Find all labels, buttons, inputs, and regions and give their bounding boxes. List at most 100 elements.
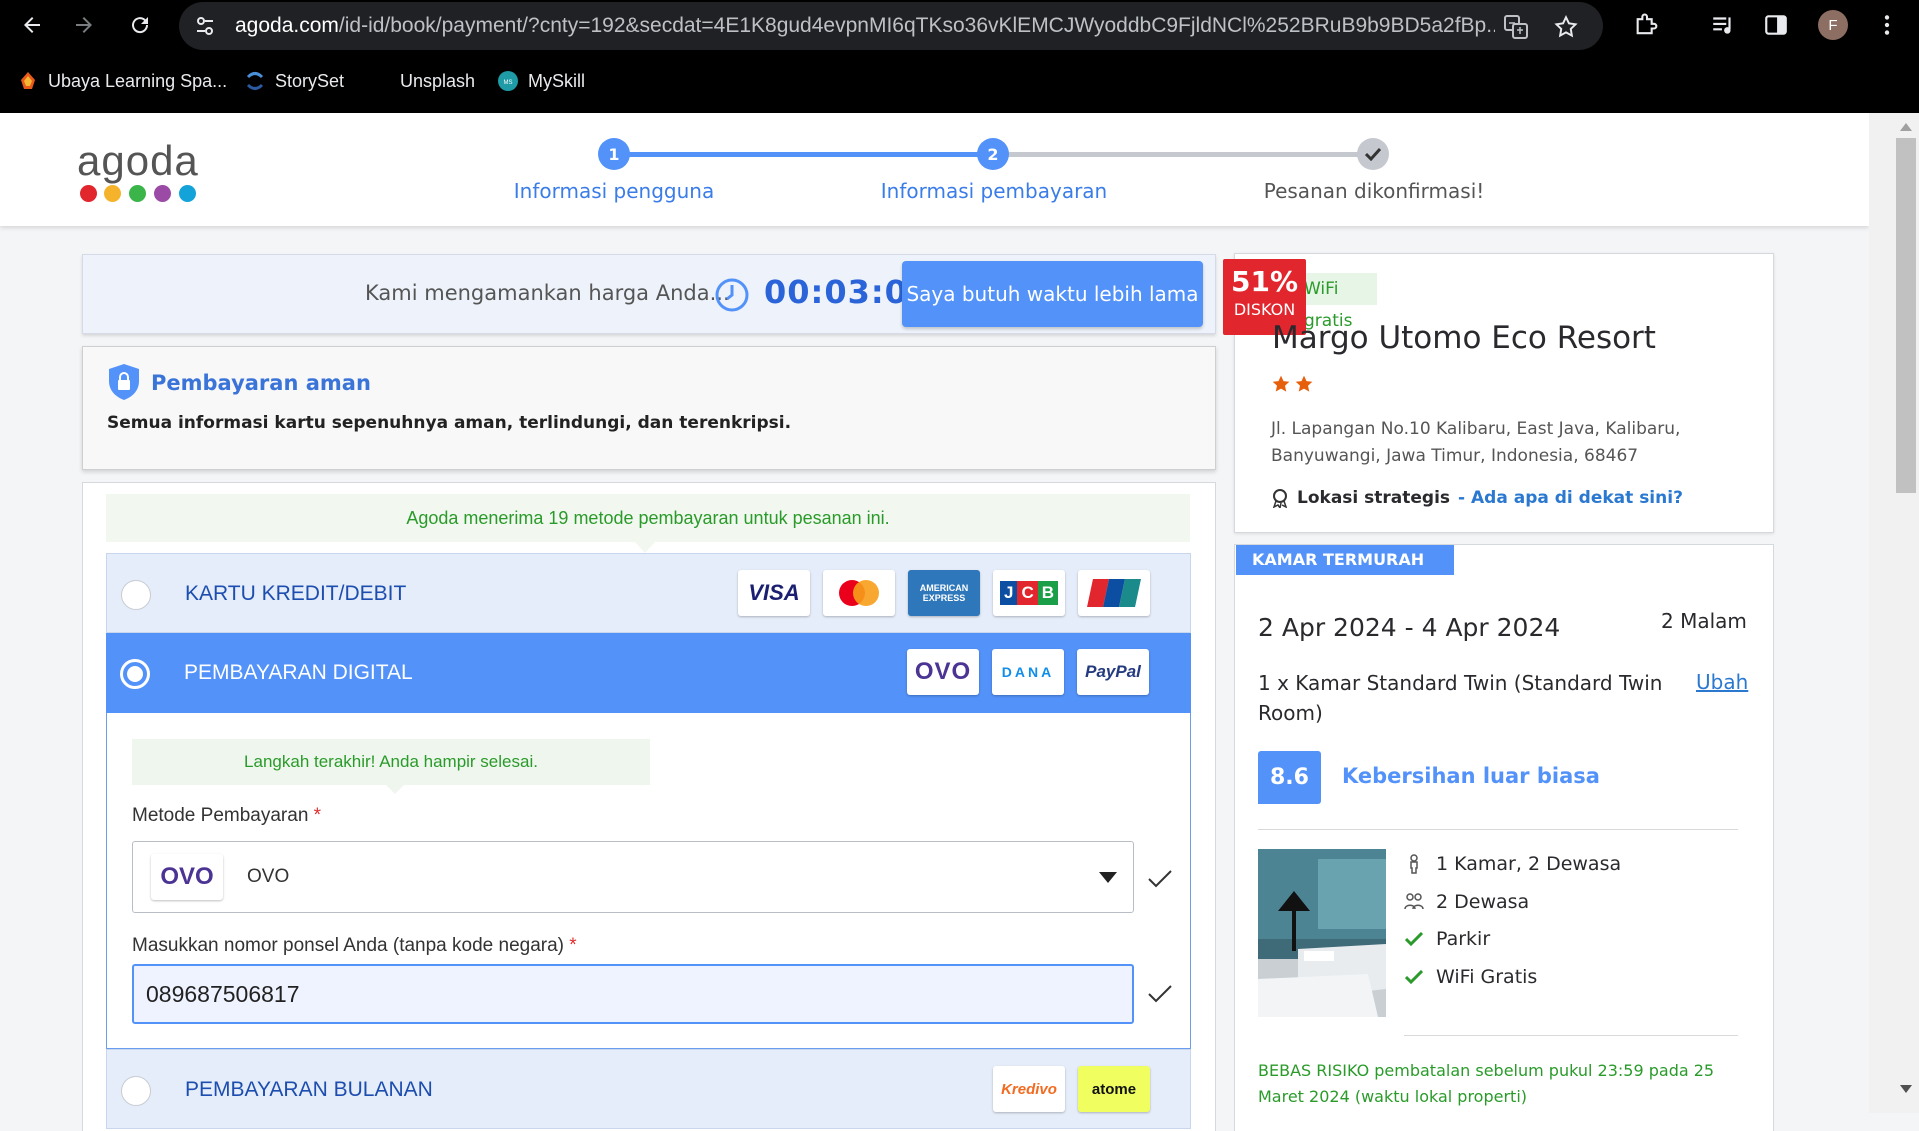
payment-option-monthly[interactable]: PEMBAYARAN BULANAN Kredivo atome bbox=[106, 1049, 1191, 1129]
monthly-radio[interactable] bbox=[121, 1076, 151, 1106]
amenity-label: 2 Dewasa bbox=[1436, 891, 1530, 913]
bookmark-unsplash[interactable]: Unsplash bbox=[370, 66, 475, 96]
phone-number-input[interactable] bbox=[132, 964, 1134, 1024]
change-room-link[interactable]: Ubah bbox=[1696, 670, 1748, 694]
back-button[interactable] bbox=[10, 3, 54, 47]
dana-logo: DANA bbox=[992, 649, 1064, 695]
translate-icon[interactable] bbox=[1503, 14, 1529, 40]
secure-title: Pembayaran aman bbox=[151, 371, 371, 395]
secure-payment-card: Pembayaran aman Semua informasi kartu se… bbox=[82, 346, 1216, 470]
logo-dot bbox=[80, 185, 97, 202]
nearby-link[interactable]: - Ada apa di dekat sini? bbox=[1458, 488, 1683, 508]
ovo-logo: OVO bbox=[907, 649, 979, 695]
free-wifi-tag: WiFi gratis bbox=[1300, 273, 1377, 331]
scroll-down-icon[interactable] bbox=[1900, 1085, 1912, 1093]
unionpay-logo bbox=[1078, 570, 1150, 616]
menu-kebab-icon[interactable] bbox=[1874, 12, 1900, 38]
bookmark-label: MySkill bbox=[528, 70, 585, 91]
nights-count: 2 Malam bbox=[1661, 609, 1747, 633]
bookmark-storyset[interactable]: StorySet bbox=[245, 66, 344, 96]
unsplash-favicon-icon bbox=[372, 73, 388, 90]
side-panel-icon[interactable] bbox=[1763, 12, 1789, 38]
bookmark-ubaya[interactable]: Ubaya Learning Spa... bbox=[18, 66, 227, 96]
discount-label: DISKON bbox=[1233, 300, 1296, 319]
star-icon bbox=[1295, 375, 1313, 392]
divider bbox=[1404, 1035, 1738, 1036]
media-control-icon[interactable] bbox=[1710, 12, 1736, 38]
monthly-label: PEMBAYARAN BULANAN bbox=[185, 1078, 433, 1101]
extensions-icon[interactable] bbox=[1633, 11, 1661, 39]
logo-dot bbox=[179, 185, 196, 202]
scroll-up-icon[interactable] bbox=[1900, 123, 1912, 131]
amenity-label: Parkir bbox=[1436, 928, 1491, 950]
last-step-hint: Langkah terakhir! Anda hampir selesai. bbox=[132, 739, 650, 785]
hotel-stars bbox=[1271, 374, 1314, 394]
checkmark-icon bbox=[1365, 147, 1381, 161]
cheapest-room-tag: KAMAR TERMURAH bbox=[1236, 545, 1454, 575]
free-cancellation-note: BEBAS RISIKO pembatalan sebelum pukul 23… bbox=[1258, 1061, 1715, 1106]
room-type: 1 x Kamar Standard Twin (Standard Twin R… bbox=[1258, 671, 1663, 725]
digital-label: PEMBAYARAN DIGITAL bbox=[184, 661, 413, 684]
logo-dot bbox=[129, 185, 146, 202]
payment-method-select[interactable]: OVO OVO bbox=[132, 841, 1134, 913]
banner-pointer bbox=[634, 541, 656, 553]
page-header: agoda 1 2 Informasi pengguna Informasi p… bbox=[0, 113, 1869, 226]
profile-avatar[interactable]: F bbox=[1818, 10, 1848, 40]
check-icon bbox=[1405, 932, 1423, 946]
credit-card-label: KARTU KREDIT/DEBIT bbox=[185, 582, 407, 605]
hotel-address: Jl. Lapangan No.10 Kalibaru, East Java, … bbox=[1271, 419, 1681, 466]
storyset-favicon-icon bbox=[246, 72, 264, 90]
arrow-right-icon bbox=[76, 17, 92, 33]
phone-valid-check-icon bbox=[1148, 985, 1172, 1003]
browser-chrome: agoda.com/id-id/book/payment/?cnty=192&s… bbox=[0, 0, 1919, 113]
site-info-icon[interactable] bbox=[193, 14, 217, 38]
divider bbox=[1258, 829, 1738, 830]
chevron-down-icon[interactable] bbox=[1099, 872, 1117, 883]
more-time-button[interactable]: Saya butuh waktu lebih lama bbox=[902, 261, 1203, 327]
amenity-parking: Parkir bbox=[1404, 928, 1490, 950]
paypal-logo: PayPal bbox=[1077, 649, 1149, 695]
bookmark-label: StorySet bbox=[275, 70, 345, 91]
clock-icon bbox=[714, 277, 750, 313]
step-2-label: Informasi pembayaran bbox=[880, 179, 1108, 203]
step-1-circle: 1 bbox=[598, 138, 630, 170]
amenity-wifi: WiFi Gratis bbox=[1404, 966, 1537, 988]
amenity-adults: 2 Dewasa bbox=[1404, 891, 1529, 913]
method-valid-check-icon bbox=[1148, 870, 1172, 888]
forward-button[interactable] bbox=[62, 3, 106, 47]
secure-description: Semua informasi kartu sepenuhnya aman, t… bbox=[107, 413, 792, 433]
agoda-logo[interactable]: agoda bbox=[77, 137, 199, 185]
amenity-label: 1 Kamar, 2 Dewasa bbox=[1436, 853, 1622, 875]
location-label: Lokasi strategis bbox=[1297, 488, 1451, 508]
star-icon bbox=[1272, 375, 1290, 392]
step-1-label: Informasi pengguna bbox=[513, 179, 715, 203]
jcb-logo: JCB bbox=[993, 570, 1065, 616]
room-photo[interactable] bbox=[1258, 849, 1386, 1017]
myskill-favicon-icon: MS bbox=[498, 71, 518, 91]
hotel-name: Margo Utomo Eco Resort bbox=[1272, 320, 1656, 356]
ubaya-favicon-icon bbox=[21, 72, 35, 89]
bookmark-label: Ubaya Learning Spa... bbox=[48, 70, 228, 91]
timer-message: Kami mengamankan harga Anda... bbox=[365, 281, 730, 305]
bookmark-label: Unsplash bbox=[400, 70, 476, 91]
visa-logo: VISA bbox=[738, 570, 810, 616]
scroll-thumb[interactable] bbox=[1896, 138, 1916, 493]
bookmark-star-icon[interactable] bbox=[1553, 14, 1579, 40]
mastercard-logo bbox=[823, 570, 895, 616]
amenity-label: WiFi Gratis bbox=[1436, 966, 1538, 988]
ovo-option-logo: OVO bbox=[151, 854, 223, 900]
payment-option-credit-card[interactable]: KARTU KREDIT/DEBIT VISA AMERICAN EXPRESS… bbox=[106, 553, 1191, 633]
credit-card-radio[interactable] bbox=[121, 580, 151, 610]
reload-button[interactable] bbox=[118, 3, 162, 47]
address-bar[interactable]: agoda.com/id-id/book/payment/?cnty=192&s… bbox=[179, 2, 1603, 50]
progress-line-done bbox=[614, 152, 994, 157]
payment-option-digital[interactable]: PEMBAYARAN DIGITAL OVO DANA PayPal bbox=[106, 633, 1191, 713]
profile-initial: F bbox=[1828, 16, 1838, 34]
arrow-left-icon bbox=[24, 17, 40, 33]
digital-radio-selected[interactable] bbox=[120, 659, 150, 689]
url-text[interactable]: agoda.com/id-id/book/payment/?cnty=192&s… bbox=[235, 14, 1495, 38]
review-score-label: Kebersihan luar biasa bbox=[1342, 764, 1600, 788]
logo-dot bbox=[154, 185, 171, 202]
bookmark-myskill[interactable]: MS MySkill bbox=[498, 66, 585, 96]
atome-logo: atome bbox=[1078, 1066, 1150, 1112]
